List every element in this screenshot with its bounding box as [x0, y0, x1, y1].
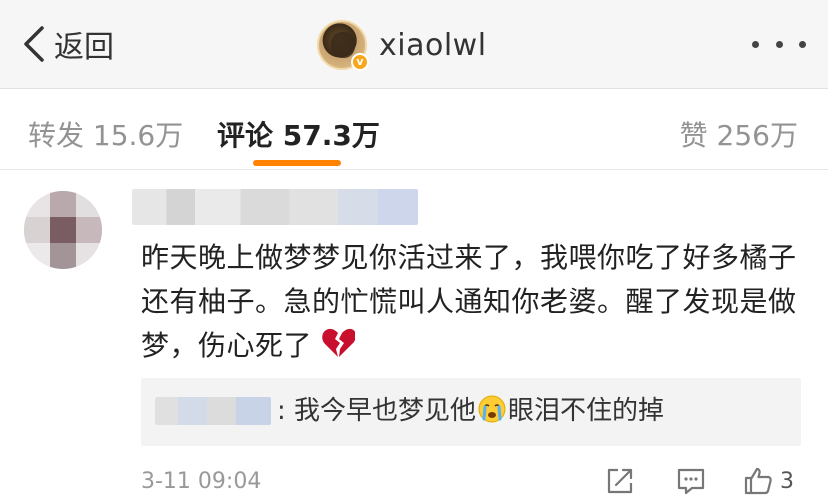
more-options-button[interactable] [752, 32, 806, 56]
like-button[interactable]: 3 [742, 463, 794, 499]
dot-icon [775, 40, 783, 48]
broken-heart-icon [322, 328, 356, 357]
verified-badge-icon: v [351, 53, 369, 71]
thumbs-up-icon [744, 467, 772, 495]
comment-text: 昨天晚上做梦梦见你活过来了，我喂你吃了好多橘子还有柚子。急的忙慌叫人通知你老婆。… [141, 236, 801, 368]
tab-comments[interactable]: 评论 57.3万 [217, 114, 380, 154]
comment-item: 昨天晚上做梦梦见你活过来了，我喂你吃了好多橘子还有柚子。急的忙慌叫人通知你老婆。… [0, 171, 828, 503]
commenter-name-blurred[interactable] [132, 189, 418, 225]
reply-text-after: 眼泪不住的掉 [508, 396, 665, 426]
share-icon [607, 468, 633, 494]
comment-icon [677, 468, 705, 495]
back-button[interactable]: 返回 [20, 22, 114, 66]
share-button[interactable] [604, 463, 636, 499]
tab-reposts[interactable]: 转发 15.6万 [28, 114, 183, 154]
navigation-bar: 返回 v xiaolwl [0, 0, 828, 89]
sub-reply-box[interactable]: : 我今早也梦见他 眼泪不住的掉 [141, 378, 801, 446]
post-stats-tabs: 转发 15.6万 评论 57.3万 赞 256万 [0, 90, 828, 170]
dot-icon [752, 40, 759, 48]
back-label: 返回 [54, 30, 114, 65]
dot-icon [799, 40, 806, 48]
reply-text-before: : 我今早也梦见他 [277, 396, 477, 426]
active-tab-indicator [253, 160, 341, 166]
commenter-avatar[interactable] [24, 191, 102, 269]
reply-username-blurred[interactable] [155, 397, 271, 425]
comment-body: 昨天晚上做梦梦见你活过来了，我喂你吃了好多橘子还有柚子。急的忙慌叫人通知你老婆。… [141, 241, 797, 362]
comment-timestamp: 3-11 09:04 [141, 469, 262, 494]
crying-face-icon [478, 395, 506, 423]
author-avatar[interactable]: v [317, 20, 369, 71]
post-author[interactable]: v xiaolwl [317, 18, 487, 72]
author-username[interactable]: xiaolwl [379, 28, 487, 63]
chevron-left-icon [24, 26, 44, 62]
tab-likes[interactable]: 赞 256万 [680, 114, 798, 154]
reply-button[interactable] [675, 463, 707, 499]
reply-text: : 我今早也梦见他 眼泪不住的掉 [277, 394, 664, 428]
like-count: 3 [780, 468, 794, 494]
